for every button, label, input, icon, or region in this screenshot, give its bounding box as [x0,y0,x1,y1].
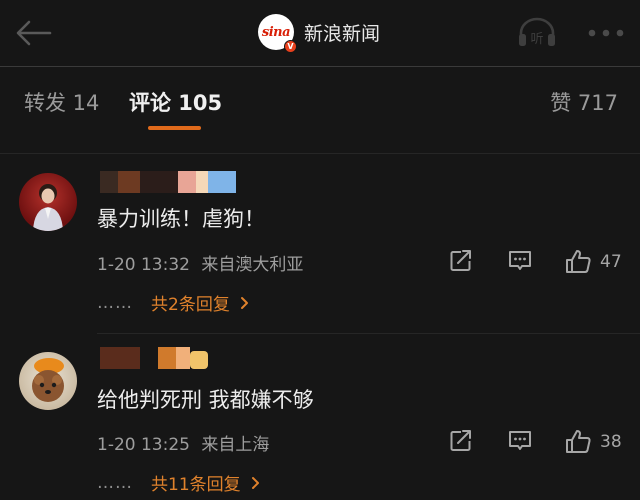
tab-comments[interactable]: 评论 105 [129,87,222,117]
replies-dots: …… [97,472,133,493]
comment-item: 暴力训练！虐狗！ 1-20 13:32 来自澳大利亚 47 …… 共2条回复 [0,154,640,334]
share-button[interactable] [449,429,473,453]
share-icon [450,430,471,451]
comment-bubble-icon [509,431,531,450]
reply-button[interactable] [507,249,533,273]
comment-location: 来自上海 [201,435,270,455]
listen-label: 听 [530,32,543,47]
like-button[interactable]: 47 [565,249,622,274]
username-redacted[interactable] [100,171,240,193]
avatar-image [33,184,63,231]
tab-repost[interactable]: 转发 14 [24,87,99,117]
back-button[interactable] [14,18,54,48]
comment-text: 给他判死刑 我都嫌不够 [97,388,314,412]
thumbs-up-icon [566,250,591,273]
comment-meta: 1-20 13:25 来自上海 [97,430,269,455]
replies-count: 共2条回复 [151,295,230,315]
avatar-image [32,358,64,402]
comment-text: 暴力训练！虐狗！ [97,207,265,231]
chevron-right-icon [251,476,259,489]
headphones-icon: 听 [519,17,555,47]
chevron-right-icon [240,296,248,309]
verified-badge-icon: V [284,40,297,53]
active-tab-indicator [148,126,201,130]
arrow-left-icon [16,20,52,46]
user-avatar[interactable] [19,173,77,231]
username-redacted[interactable] [100,347,212,369]
replies-dots: …… [97,292,133,313]
top-bar: sina V 新浪新闻 听 [0,0,640,66]
like-count: 38 [600,431,622,452]
replies-count: 共11条回复 [151,475,241,495]
comment-meta: 1-20 13:32 来自澳大利亚 [97,250,303,275]
listen-button[interactable]: 听 [516,16,558,48]
app-brand: sina V 新浪新闻 [258,14,381,53]
dog-avatar[interactable] [19,352,77,410]
app-title: 新浪新闻 [304,22,381,45]
tab-likes[interactable]: 赞 717 [550,87,618,117]
tab-bar: 转发 14 评论 105 赞 717 [0,67,640,134]
share-icon [450,250,471,271]
comment-time: 1-20 13:25 [97,435,190,455]
comment-time: 1-20 13:32 [97,255,190,275]
comment-item: 给他判死刑 我都嫌不够 1-20 13:25 来自上海 38 …… 共11条回复 [0,334,640,500]
logo-text: sina [261,24,291,40]
reply-button[interactable] [507,429,533,453]
more-dots-icon [588,29,624,37]
replies-link[interactable]: …… 共11条回复 [97,470,260,495]
more-button[interactable] [587,24,625,37]
thumbs-up-icon [566,430,591,453]
comment-location: 来自澳大利亚 [201,255,304,275]
like-button[interactable]: 38 [565,429,622,454]
replies-link[interactable]: …… 共2条回复 [97,290,249,315]
sina-logo: sina V [258,14,297,53]
share-button[interactable] [449,249,473,273]
comment-bubble-icon [509,251,531,270]
like-count: 47 [600,251,622,272]
